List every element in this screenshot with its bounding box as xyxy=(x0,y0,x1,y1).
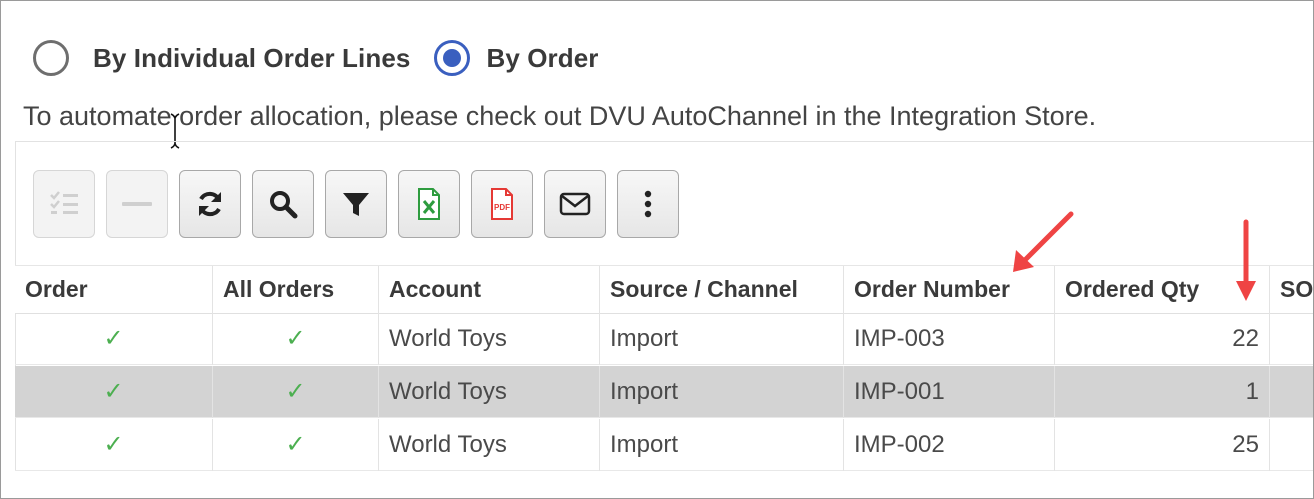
text-cursor-icon xyxy=(170,113,180,149)
column-header-account[interactable]: Account xyxy=(379,266,600,313)
source-channel-cell: Import xyxy=(600,366,844,418)
table-row[interactable]: ✓ ✓ World Toys Import IMP-003 22 xyxy=(15,313,1313,365)
grid-header-row: Order All Orders Account Source / Channe… xyxy=(15,265,1313,314)
radio-by-order[interactable] xyxy=(434,40,471,76)
grid-toolbar: PDF xyxy=(33,170,690,238)
filter-button[interactable] xyxy=(325,170,387,238)
export-excel-button[interactable] xyxy=(398,170,460,238)
ordered-qty-cell: 22 xyxy=(1055,313,1270,365)
ordered-qty-cell: 25 xyxy=(1055,419,1270,471)
annotation-arrow-order-number xyxy=(1013,211,1074,272)
all-orders-check-icon: ✓ xyxy=(213,313,379,365)
so-cell xyxy=(1270,313,1313,365)
more-vertical-icon xyxy=(644,190,652,218)
column-header-order-number[interactable]: Order Number xyxy=(844,266,1055,313)
remove-button[interactable] xyxy=(106,170,168,238)
column-header-order[interactable]: Order xyxy=(15,266,213,313)
order-check-icon: ✓ xyxy=(15,366,213,418)
svg-text:PDF: PDF xyxy=(494,203,510,212)
more-options-button[interactable] xyxy=(617,170,679,238)
info-message: To automate order allocation, please che… xyxy=(23,101,1097,131)
so-cell xyxy=(1270,366,1313,418)
export-pdf-button[interactable]: PDF xyxy=(471,170,533,238)
so-cell xyxy=(1270,419,1313,471)
account-cell: World Toys xyxy=(379,313,600,365)
order-number-cell: IMP-002 xyxy=(844,419,1055,471)
ordered-qty-cell: 1 xyxy=(1055,366,1270,418)
window-frame: By Individual Order Lines By Order To au… xyxy=(0,0,1314,499)
allocation-mode-radio-group: By Individual Order Lines By Order xyxy=(33,37,623,79)
source-channel-cell: Import xyxy=(600,313,844,365)
column-header-source-channel[interactable]: Source / Channel xyxy=(600,266,844,313)
account-cell: World Toys xyxy=(379,366,600,418)
filter-icon xyxy=(343,193,369,216)
search-button[interactable] xyxy=(252,170,314,238)
refresh-icon xyxy=(199,191,221,217)
radio-selected-dot xyxy=(443,49,462,67)
all-orders-check-icon: ✓ xyxy=(213,366,379,418)
minus-icon xyxy=(122,202,152,206)
order-number-cell: IMP-003 xyxy=(844,313,1055,365)
radio-individual-order-lines[interactable] xyxy=(33,40,69,76)
refresh-button[interactable] xyxy=(179,170,241,238)
account-cell: World Toys xyxy=(379,419,600,471)
search-icon xyxy=(270,191,298,219)
pdf-export-icon: PDF xyxy=(491,188,513,220)
order-number-cell: IMP-001 xyxy=(844,366,1055,418)
table-row[interactable]: ✓ ✓ World Toys Import IMP-002 25 xyxy=(15,419,1313,471)
order-check-icon: ✓ xyxy=(15,419,213,471)
column-header-all-orders[interactable]: All Orders xyxy=(213,266,379,313)
column-header-ordered-qty[interactable]: Ordered Qty xyxy=(1055,266,1270,313)
list-check-icon xyxy=(50,191,78,214)
email-button[interactable] xyxy=(544,170,606,238)
order-check-icon: ✓ xyxy=(15,313,213,365)
select-all-button[interactable] xyxy=(33,170,95,238)
radio-label-individual-order-lines[interactable]: By Individual Order Lines xyxy=(93,43,410,74)
excel-export-icon xyxy=(418,188,440,220)
column-header-so[interactable]: SO xyxy=(1270,266,1313,313)
email-icon xyxy=(559,192,591,216)
source-channel-cell: Import xyxy=(600,419,844,471)
radio-label-by-order[interactable]: By Order xyxy=(486,43,598,74)
table-row-selected[interactable]: ✓ ✓ World Toys Import IMP-001 1 xyxy=(15,366,1313,418)
all-orders-check-icon: ✓ xyxy=(213,419,379,471)
panel-divider xyxy=(15,141,1313,142)
